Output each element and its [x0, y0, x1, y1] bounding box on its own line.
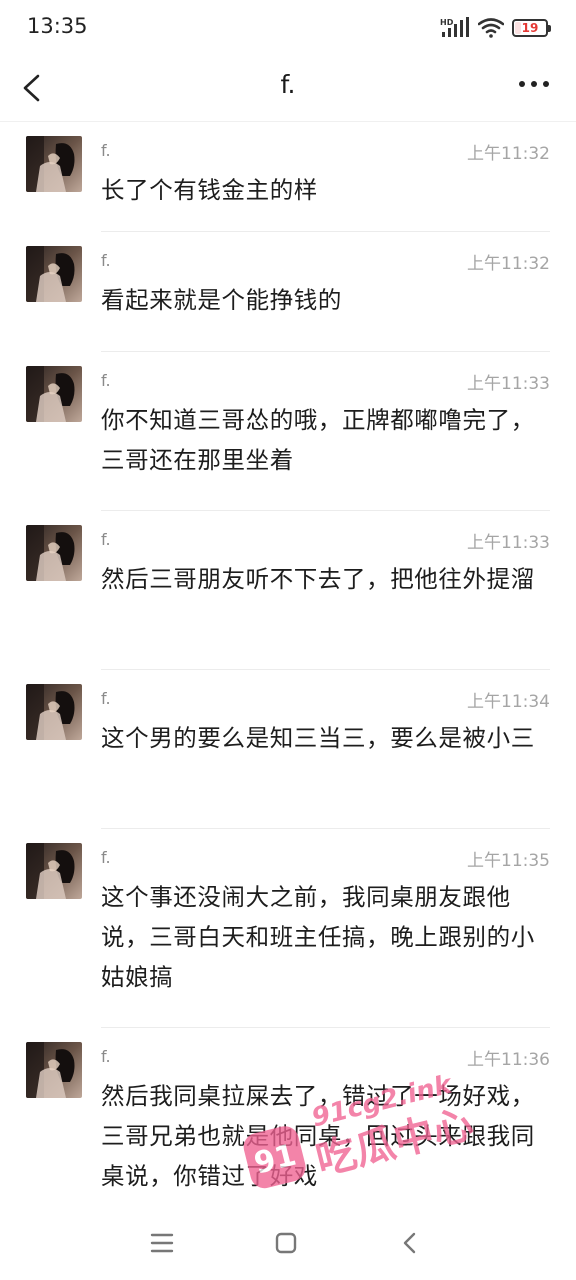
message-text[interactable]: 然后我同桌拉屎去了，错过了一场好戏，三哥兄弟也就是他同桌，回过头来跟我同桌说，你… — [101, 1076, 549, 1196]
message-time: 上午11:32 — [467, 144, 550, 164]
avatar-image — [26, 366, 82, 422]
message-time: 上午11:32 — [467, 254, 550, 274]
avatar-image — [26, 843, 82, 899]
home-button[interactable] — [271, 1228, 301, 1258]
message-sender: f. — [101, 251, 111, 270]
message-sender: f. — [101, 141, 111, 160]
message-item: f. 上午11:33 你不知道三哥怂的哦，正牌都嘟噜完了，三哥还在那里坐着 — [0, 352, 576, 511]
back-triangle-icon — [403, 1232, 416, 1254]
battery-text: 19 — [521, 21, 539, 35]
avatar[interactable] — [26, 525, 82, 581]
message-time: 上午11:36 — [467, 1050, 550, 1070]
recent-apps-button[interactable] — [147, 1228, 177, 1258]
message-item: f. 上午11:32 看起来就是个能挣钱的 — [0, 232, 576, 352]
status-icons: HD 19 — [440, 16, 551, 40]
message-item: f. 上午11:33 然后三哥朋友听不下去了，把他往外提溜 — [0, 511, 576, 670]
message-text[interactable]: 然后三哥朋友听不下去了，把他往外提溜 — [101, 559, 549, 599]
message-text[interactable]: 这个男的要么是知三当三，要么是被小三 — [101, 718, 549, 758]
chat-title: f. — [280, 70, 296, 99]
avatar[interactable] — [26, 246, 82, 302]
chat-header: f. — [0, 56, 576, 122]
avatar[interactable] — [26, 366, 82, 422]
message-text[interactable]: 你不知道三哥怂的哦，正牌都嘟噜完了，三哥还在那里坐着 — [101, 400, 549, 480]
avatar[interactable] — [26, 1042, 82, 1098]
message-item: f. 上午11:35 这个事还没闹大之前，我同桌朋友跟他说，三哥白天和班主任搞，… — [0, 829, 576, 1028]
status-time: 13:35 — [27, 14, 88, 38]
avatar-image — [26, 136, 82, 192]
wifi-icon — [478, 18, 504, 38]
message-sender: f. — [101, 848, 111, 867]
message-sender: f. — [101, 371, 111, 390]
message-text[interactable]: 长了个有钱金主的样 — [101, 170, 549, 210]
avatar-image — [26, 525, 82, 581]
more-button[interactable] — [514, 70, 554, 106]
message-item: f. 上午11:32 长了个有钱金主的样 — [0, 122, 576, 232]
avatar[interactable] — [26, 684, 82, 740]
avatar-image — [26, 1042, 82, 1098]
chat-message-list[interactable]: f. 上午11:32 长了个有钱金主的样 f. 上午11:32 看起来就是个能挣… — [0, 122, 576, 1202]
avatar-image — [26, 246, 82, 302]
message-text[interactable]: 这个事还没闹大之前，我同桌朋友跟他说，三哥白天和班主任搞，晚上跟别的小姑娘搞 — [101, 877, 549, 997]
avatar-image — [26, 684, 82, 740]
status-bar: 13:35 HD 19 — [0, 0, 576, 56]
message-item: f. 上午11:36 然后我同桌拉屎去了，错过了一场好戏，三哥兄弟也就是他同桌，… — [0, 1028, 576, 1202]
network-label: HD — [440, 18, 454, 27]
message-time: 上午11:33 — [467, 374, 550, 394]
message-item: f. 上午11:34 这个男的要么是知三当三，要么是被小三 — [0, 670, 576, 829]
more-dots-icon — [519, 81, 549, 87]
menu-icon — [150, 1233, 174, 1253]
battery-level-fill — [515, 22, 521, 34]
signal-icon: HD — [440, 17, 469, 37]
message-sender: f. — [101, 1047, 111, 1066]
system-navigation-bar — [0, 1202, 576, 1280]
battery-icon: 19 — [512, 19, 551, 37]
message-sender: f. — [101, 689, 111, 708]
system-back-button[interactable] — [395, 1228, 425, 1258]
message-time: 上午11:34 — [467, 692, 550, 712]
message-time: 上午11:33 — [467, 533, 550, 553]
square-home-icon — [275, 1232, 297, 1254]
avatar[interactable] — [26, 136, 82, 192]
avatar[interactable] — [26, 843, 82, 899]
message-sender: f. — [101, 530, 111, 549]
message-text[interactable]: 看起来就是个能挣钱的 — [101, 280, 549, 320]
message-time: 上午11:35 — [467, 851, 550, 871]
